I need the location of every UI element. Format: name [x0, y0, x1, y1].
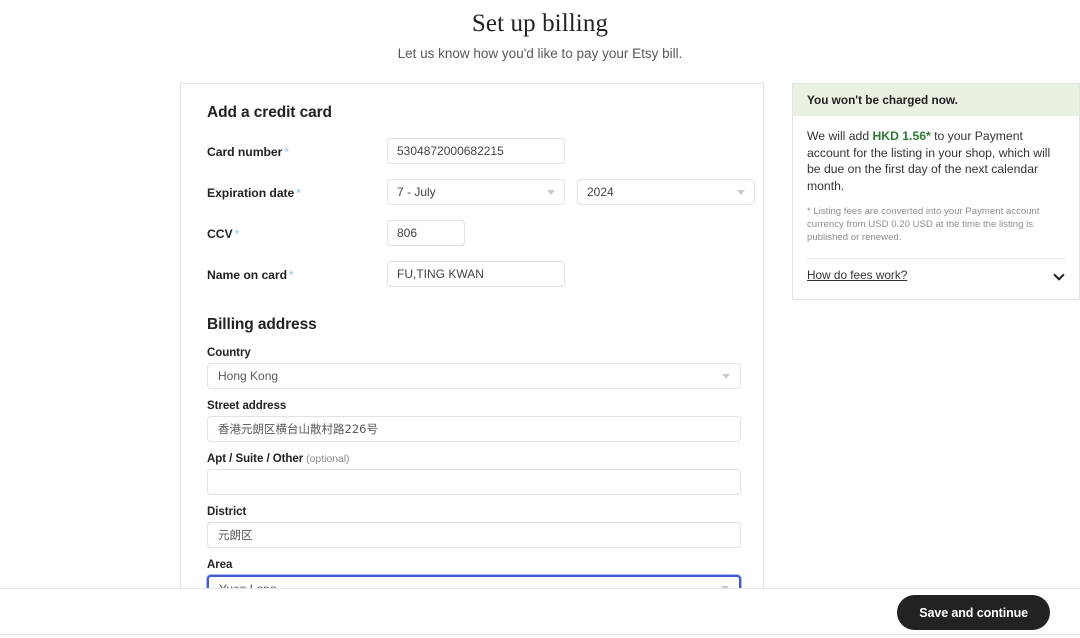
district-label: District	[207, 506, 247, 518]
panel-divider	[807, 258, 1065, 260]
page-subtitle: Let us know how you'd like to pay your E…	[397, 46, 683, 61]
street-address-input[interactable]: 香港元朗区横台山散村路226号	[207, 416, 741, 442]
chevron-down-icon[interactable]	[1054, 270, 1065, 281]
billing-address-section-title: Billing address	[207, 316, 317, 333]
name-on-card-row: Name on card * FU,TING KWAN	[207, 261, 739, 289]
required-asterisk: *	[296, 186, 301, 200]
area-label: Area	[207, 559, 233, 571]
area-field: Area Yuen Long	[207, 559, 741, 588]
expiration-year-select[interactable]: 2024	[577, 179, 755, 205]
credit-card-section-title: Add a credit card	[207, 104, 332, 121]
expiration-year-value: 2024	[587, 185, 614, 199]
required-asterisk: *	[234, 227, 240, 241]
chevron-down-icon	[722, 373, 730, 379]
street-address-value: 香港元朗区横台山散村路226号	[218, 422, 378, 436]
apt-suite-field: Apt / Suite / Other (optional)	[207, 453, 741, 495]
billing-setup-page: Set up billing Let us know how you'd lik…	[0, 0, 1080, 638]
apt-suite-input[interactable]	[207, 469, 741, 495]
name-on-card-label: Name on card *	[207, 261, 387, 282]
chevron-down-icon	[547, 189, 555, 195]
street-address-field: Street address 香港元朗区横台山散村路226号	[207, 400, 741, 442]
ccv-input[interactable]: 806	[387, 220, 465, 246]
country-label: Country	[207, 347, 251, 359]
expiration-month-value: 7 - July	[397, 185, 436, 199]
card-number-input[interactable]: 5304872000682215	[387, 138, 565, 164]
expiration-field-group: 7 - July 2024	[387, 179, 755, 205]
expiration-month-select[interactable]: 7 - July	[387, 179, 565, 205]
save-and-continue-button[interactable]: Save and continue	[897, 595, 1050, 630]
name-on-card-input[interactable]: FU,TING KWAN	[387, 261, 565, 287]
fees-panel-body: We will add HKD 1.56* to your Payment ac…	[793, 116, 1079, 299]
footer-bottom-divider	[0, 634, 1080, 635]
fees-panel-heading: You won't be charged now.	[793, 84, 1079, 116]
required-asterisk: *	[289, 268, 294, 282]
apt-suite-label-text: Apt / Suite / Other	[207, 453, 304, 465]
apt-suite-label: Apt / Suite / Other (optional)	[207, 453, 739, 465]
name-on-card-field-group: FU,TING KWAN	[387, 261, 565, 287]
card-number-value: 5304872000682215	[397, 144, 504, 158]
page-header: Set up billing Let us know how you'd lik…	[0, 0, 1080, 63]
chevron-down-icon	[737, 189, 745, 195]
name-on-card-label-text: Name on card	[207, 268, 287, 282]
fees-summary-panel: You won't be charged now. We will add HK…	[792, 83, 1080, 301]
expiration-date-label: Expiration date *	[207, 179, 387, 200]
ccv-label: CCV *	[207, 220, 387, 241]
card-number-label: Card number *	[207, 138, 387, 159]
card-number-field-group: 5304872000682215	[387, 138, 565, 164]
country-field: Country Hong Kong	[207, 347, 741, 389]
country-value: Hong Kong	[218, 369, 279, 383]
ccv-field-group: 806	[387, 220, 465, 246]
expiration-date-label-text: Expiration date	[207, 186, 295, 200]
fees-footnote: * Listing fees are converted into your P…	[807, 206, 1040, 244]
fee-amount: HKD 1.56*	[872, 129, 931, 143]
how-fees-work-link[interactable]: How do fees work?	[807, 268, 907, 282]
district-value: 元朗区	[218, 528, 253, 542]
footer-divider	[0, 588, 1080, 589]
billing-form-card: Add a credit card Card number * 530487200…	[180, 83, 764, 588]
expiration-date-row: Expiration date * 7 - July 2024	[207, 179, 755, 207]
area-select[interactable]: Yuen Long	[207, 575, 741, 588]
street-address-label: Street address	[207, 400, 287, 412]
card-number-row: Card number * 5304872000682215	[207, 138, 739, 166]
ccv-label-text: CCV	[207, 227, 233, 241]
district-field: District 元朗区	[207, 506, 741, 548]
fees-description: We will add HKD 1.56* to your Payment ac…	[807, 128, 1065, 194]
district-input[interactable]: 元朗区	[207, 522, 741, 548]
how-fees-work-row[interactable]: How do fees work?	[807, 268, 1065, 289]
apt-suite-optional-tag: (optional)	[306, 453, 350, 465]
name-on-card-value: FU,TING KWAN	[397, 267, 484, 281]
fees-description-prefix: We will add	[807, 129, 873, 143]
ccv-value: 806	[397, 226, 418, 240]
page-title: Set up billing	[471, 10, 609, 37]
required-asterisk: *	[284, 145, 289, 159]
card-number-label-text: Card number	[207, 145, 283, 159]
country-select[interactable]: Hong Kong	[207, 363, 741, 389]
ccv-row: CCV * 806	[207, 220, 739, 248]
